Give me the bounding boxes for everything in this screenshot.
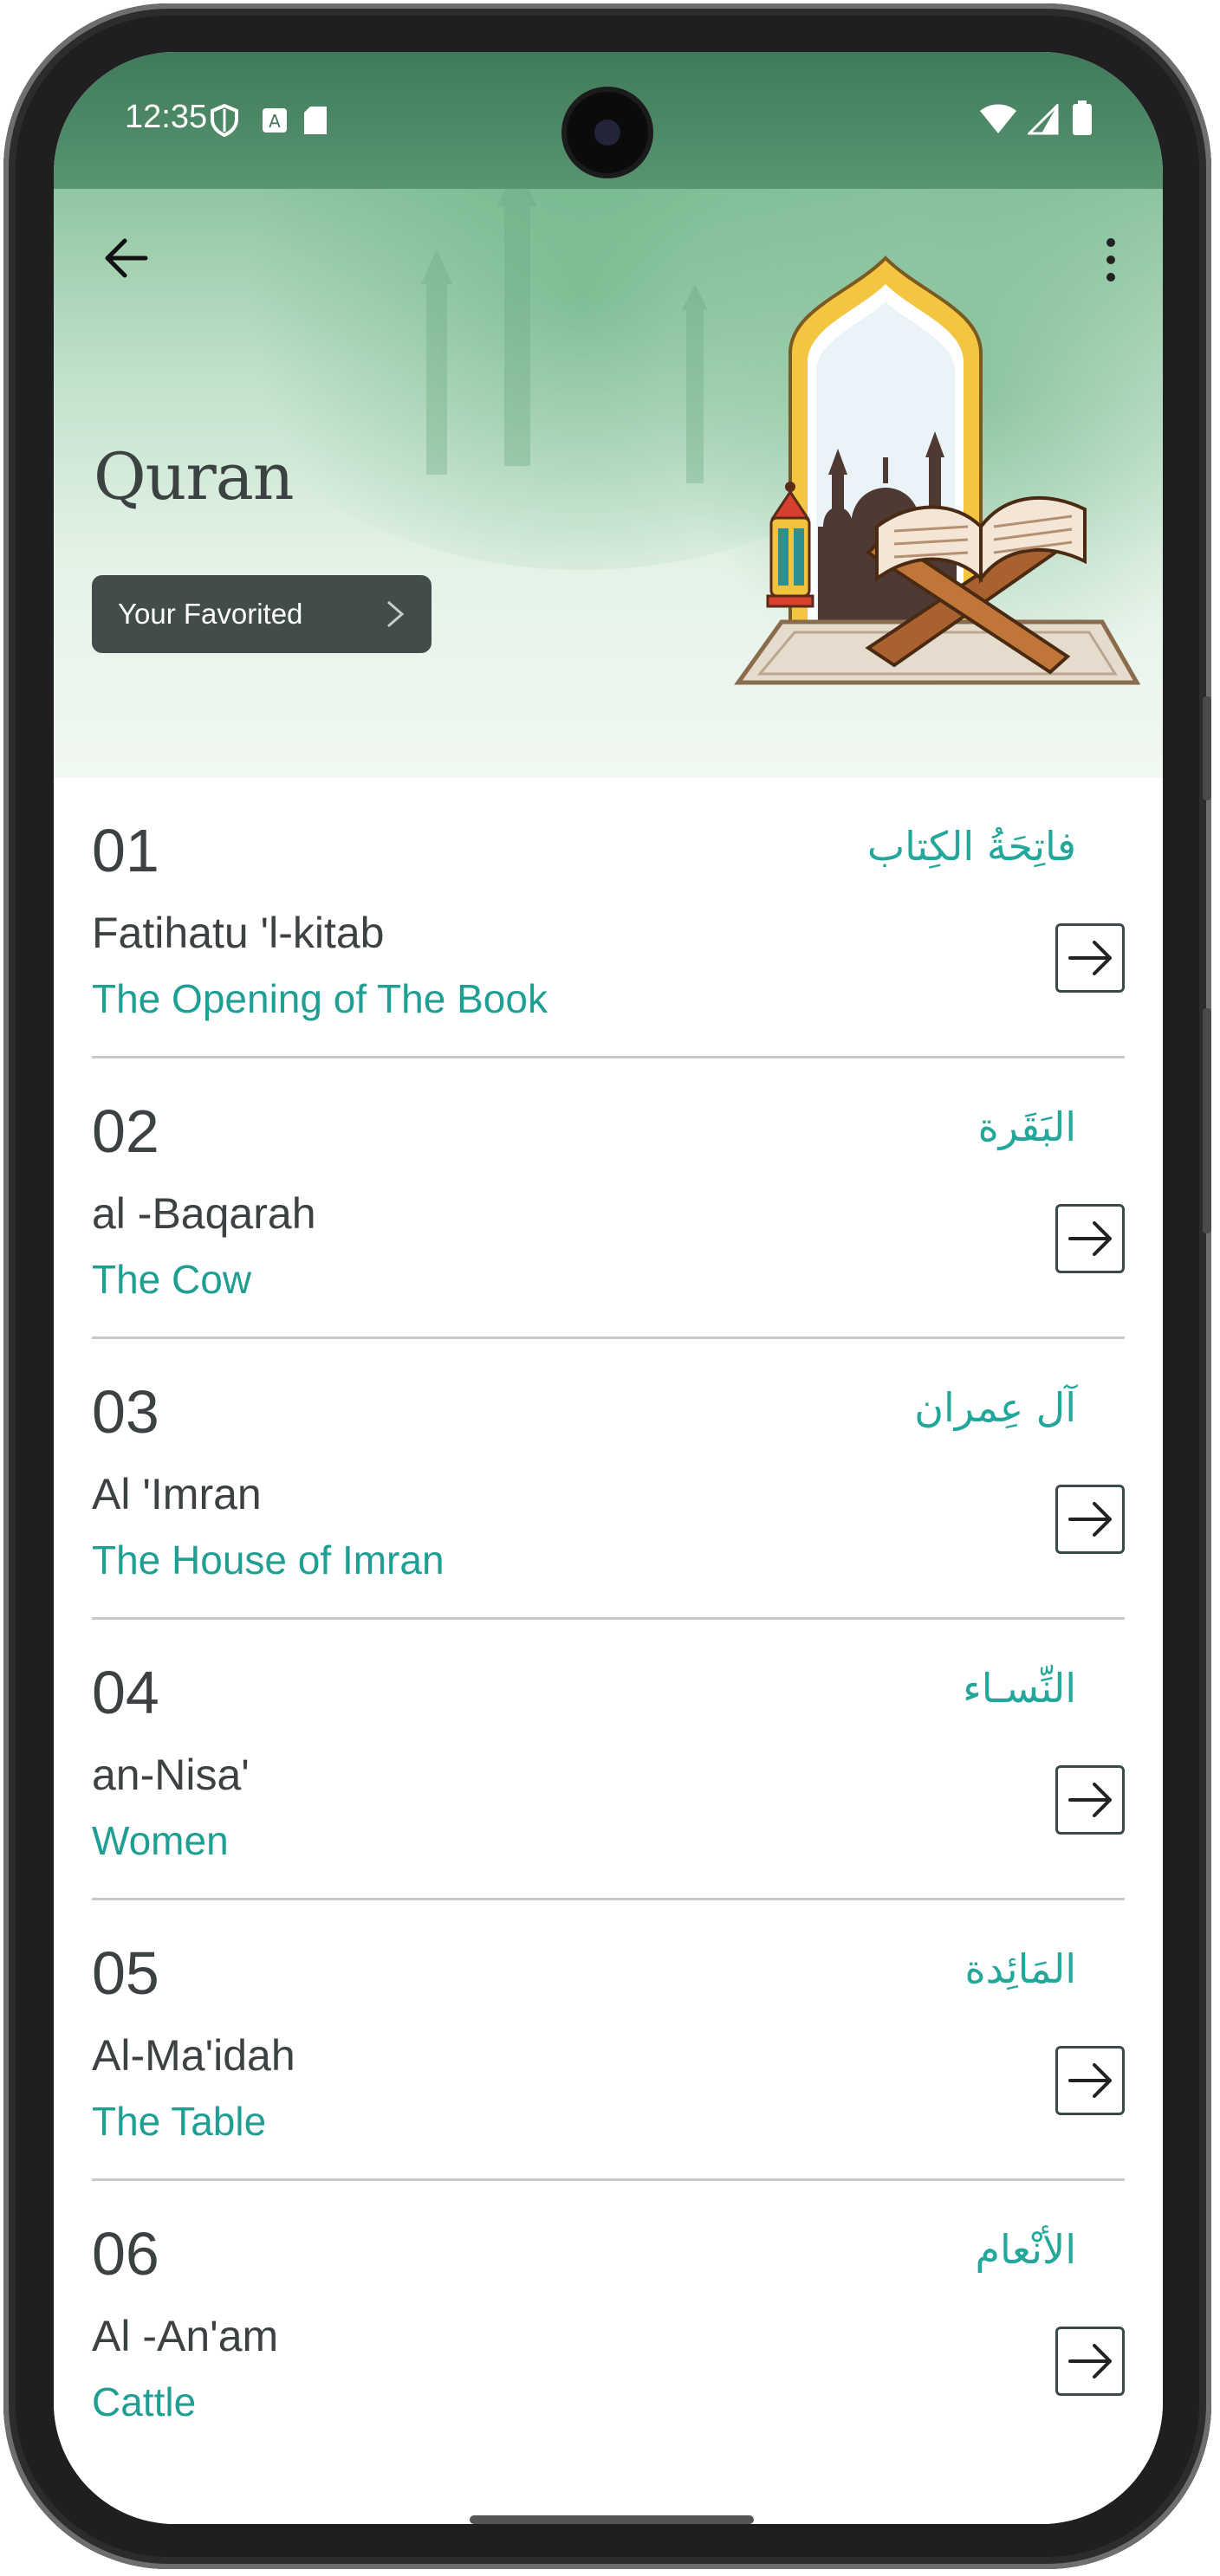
surah-row[interactable]: 02 البَقَرة al -Baqarah The Cow (92, 1058, 1125, 1339)
favorites-label: Your Favorited (118, 598, 303, 630)
chevron-right-icon (387, 600, 405, 628)
surah-transliteration: Al 'Imran (92, 1470, 262, 1518)
surah-transliteration: Fatihatu 'l-kitab (92, 909, 385, 957)
accessibility-a-icon: A (263, 108, 287, 133)
open-surah-button[interactable] (1055, 2046, 1125, 2115)
surah-arabic-name: البَقَرة (977, 1104, 1076, 1150)
surah-row[interactable]: 04 النِّسـاء an-Nisa' Women (92, 1620, 1125, 1900)
surah-number: 01 (92, 817, 159, 884)
battery-icon (1073, 100, 1092, 135)
open-surah-button[interactable] (1055, 1204, 1125, 1273)
surah-arabic-name: الأنْعام (975, 2226, 1076, 2273)
surah-translation: The House of Imran (92, 1537, 445, 1582)
arrow-right-icon (1068, 2344, 1112, 2379)
surah-arabic-name: آل عِمران (914, 1384, 1076, 1431)
arrow-right-icon (1068, 1783, 1112, 1817)
surah-arabic-name: المَائِدة (964, 1945, 1076, 1992)
sd-card-icon (304, 107, 327, 134)
surah-translation: The Table (92, 2099, 267, 2144)
open-surah-button[interactable] (1055, 2327, 1125, 2396)
surah-transliteration: an-Nisa' (92, 1751, 250, 1799)
surah-transliteration: Al-Ma'idah (92, 2031, 295, 2080)
svg-text:A: A (269, 111, 281, 132)
arrow-right-icon (1068, 941, 1112, 975)
surah-translation: The Cow (92, 1257, 252, 1302)
favorites-button[interactable]: Your Favorited (92, 575, 432, 653)
surah-translation: Women (92, 1818, 229, 1863)
wifi-icon (980, 104, 1016, 133)
volume-button (1203, 696, 1211, 800)
home-gesture-bar[interactable] (470, 2515, 754, 2524)
surah-row[interactable]: 01 فاتِحَةُ الكِتاب Fatihatu 'l-kitab Th… (92, 778, 1125, 1058)
status-time: 12:35 (125, 99, 208, 135)
surah-translation: The Opening of The Book (92, 976, 548, 1021)
surah-transliteration: Al -An'am (92, 2312, 279, 2360)
surah-list: 01 فاتِحَةُ الكِتاب Fatihatu 'l-kitab Th… (54, 778, 1163, 2441)
surah-arabic-name: فاتِحَةُ الكِتاب (866, 823, 1076, 870)
shield-icon (211, 104, 238, 137)
arrow-right-icon (1068, 1221, 1112, 1256)
surah-row[interactable]: 03 آل عِمران Al 'Imran The House of Imra… (92, 1339, 1125, 1620)
front-camera (567, 92, 648, 173)
surah-number: 02 (92, 1097, 159, 1165)
surah-number: 04 (92, 1659, 159, 1726)
open-surah-button[interactable] (1055, 923, 1125, 993)
surah-transliteration: al -Baqarah (92, 1189, 316, 1238)
open-surah-button[interactable] (1055, 1765, 1125, 1835)
surah-number: 06 (92, 2220, 159, 2288)
phone-screen: 12:35 A Quran Your Favorited 01 فاتِحَةُ… (54, 52, 1163, 2524)
power-button (1203, 1008, 1211, 1233)
surah-arabic-name: النِّسـاء (963, 1665, 1076, 1712)
cell-signal-icon (1028, 104, 1059, 135)
open-surah-button[interactable] (1055, 1485, 1125, 1554)
surah-row[interactable]: 06 الأنْعام Al -An'am Cattle (92, 2181, 1125, 2441)
arrow-right-icon (1068, 1502, 1112, 1537)
mosque-quran-illustration (734, 256, 1141, 685)
surah-number: 05 (92, 1939, 159, 2007)
back-arrow-icon[interactable] (101, 232, 152, 284)
page-title: Quran (94, 440, 294, 515)
arrow-right-icon (1068, 2063, 1112, 2098)
status-bar: 12:35 A (54, 52, 1163, 189)
background-minarets (421, 189, 708, 483)
surah-number: 03 (92, 1378, 159, 1446)
surah-translation: Cattle (92, 2379, 197, 2424)
bottom-safe-area (54, 2441, 1163, 2524)
surah-row[interactable]: 05 المَائِدة Al-Ma'idah The Table (92, 1900, 1125, 2181)
header-banner: Quran Your Favorited (54, 189, 1163, 778)
